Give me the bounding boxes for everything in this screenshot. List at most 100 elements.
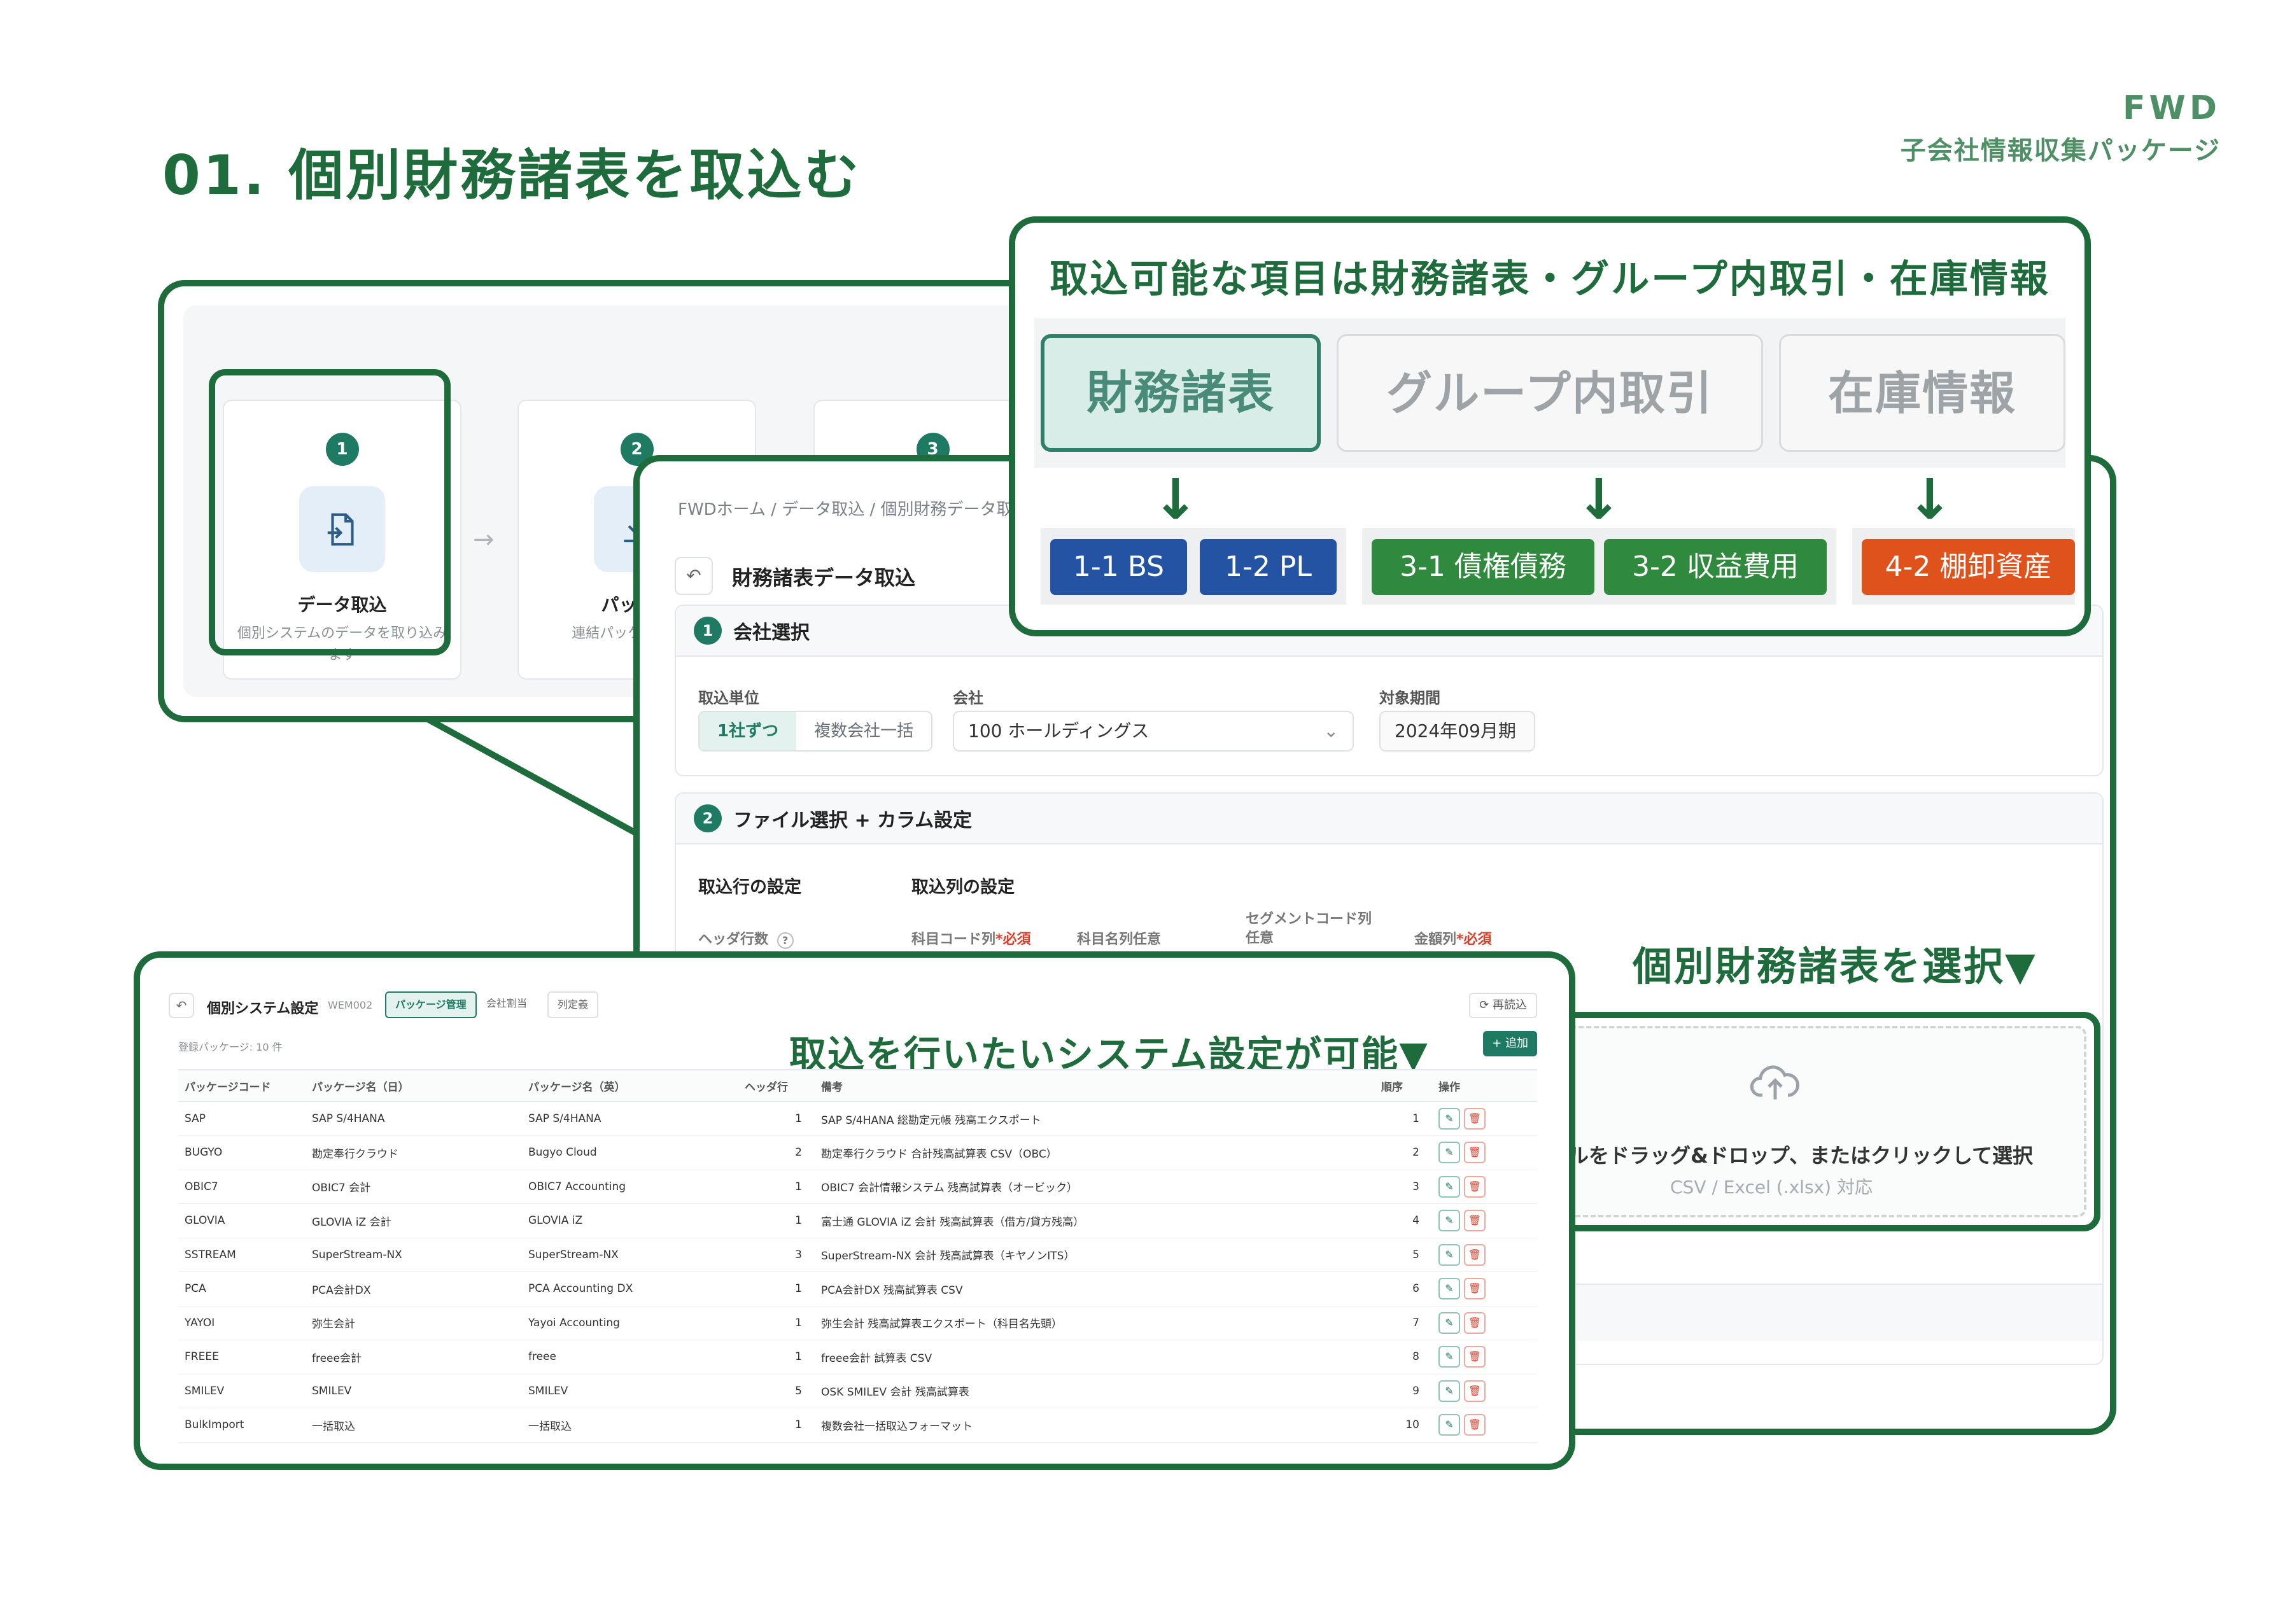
- table-cell: PCA会計DX 残高試算表 CSV: [815, 1271, 1375, 1306]
- column-header: 備考: [815, 1069, 1375, 1102]
- breadcrumb[interactable]: FWDホーム / データ取込 / 個別財務データ取: [678, 496, 1013, 520]
- table-header-row: パッケージコード パッケージ名（日） パッケージ名（英） ヘッダ行 備考 順序 …: [178, 1069, 1537, 1102]
- row-actions: ✎ 🗑: [1432, 1102, 1537, 1136]
- table-cell: GLOVIA iZ 会計: [306, 1203, 522, 1238]
- table-row[interactable]: SMILEV SMILEV SMILEV 5 OSK SMILEV 会計 残高試算表 9 ✎…: [178, 1374, 1537, 1408]
- tab-company-assignment[interactable]: 会社割当: [477, 991, 536, 1018]
- chip-pl[interactable]: 1-2 PL: [1200, 539, 1337, 595]
- delete-icon[interactable]: 🗑: [1464, 1380, 1486, 1402]
- edit-icon[interactable]: ✎: [1438, 1243, 1460, 1266]
- table-cell: SuperStream-NX: [522, 1238, 738, 1272]
- delete-icon[interactable]: 🗑: [1464, 1243, 1486, 1266]
- edit-icon[interactable]: ✎: [1438, 1108, 1460, 1130]
- edit-icon[interactable]: ✎: [1438, 1175, 1460, 1198]
- chip-inventory-assets[interactable]: 4-2 棚卸資産: [1862, 539, 2075, 595]
- company-value: 100 ホールディングス: [968, 720, 1150, 741]
- edit-icon[interactable]: ✎: [1438, 1210, 1460, 1232]
- back-button[interactable]: ↶: [675, 557, 713, 595]
- table-cell: 2: [1375, 1135, 1432, 1170]
- table-cell: GLOVIA: [178, 1203, 306, 1238]
- delete-icon[interactable]: 🗑: [1464, 1346, 1486, 1368]
- chip-receivables-payables[interactable]: 3-1 債権債務: [1372, 539, 1594, 595]
- period-field[interactable]: 2024年09月期: [1379, 711, 1535, 752]
- delete-icon[interactable]: 🗑: [1464, 1312, 1486, 1334]
- required-mark: *必須: [995, 932, 1031, 948]
- table-row[interactable]: YAYOI 弥生会計 Yayoi Accounting 1 弥生会計 残高試算表エクスポ…: [178, 1306, 1537, 1340]
- help-icon[interactable]: ?: [777, 932, 794, 949]
- row-actions: ✎ 🗑: [1432, 1408, 1537, 1443]
- unit-label: 取込単位: [698, 689, 759, 707]
- edit-icon[interactable]: ✎: [1438, 1312, 1460, 1334]
- chip-bs[interactable]: 1-1 BS: [1050, 539, 1187, 595]
- slide-title: 01. 個別財務諸表を取込む: [162, 144, 862, 207]
- arrow-down-icon: ↓: [1152, 466, 1199, 532]
- account-code-col-text: 科目コード列: [911, 932, 996, 948]
- edit-icon[interactable]: ✎: [1438, 1278, 1460, 1300]
- section-number: 2: [694, 804, 722, 832]
- delete-icon[interactable]: 🗑: [1464, 1142, 1486, 1164]
- tab-column-definition[interactable]: 列定義: [547, 991, 599, 1018]
- tab-package-management[interactable]: パッケージ管理: [385, 991, 477, 1018]
- delete-icon[interactable]: 🗑: [1464, 1278, 1486, 1300]
- row-actions: ✎ 🗑: [1432, 1170, 1537, 1204]
- table-cell: OBIC7: [178, 1170, 306, 1204]
- file-dropzone[interactable]: ルをドラッグ&ドロップ、またはクリックして選択 CSV / Excel (.xl…: [1547, 1026, 2086, 1217]
- row-actions: ✎ 🗑: [1432, 1203, 1537, 1238]
- table-cell: OBIC7 会計: [306, 1170, 522, 1204]
- section-number: 1: [694, 617, 722, 645]
- edit-icon[interactable]: ✎: [1438, 1346, 1460, 1368]
- company-select[interactable]: 100 ホールディングス ⌄: [953, 711, 1354, 752]
- edit-icon[interactable]: ✎: [1438, 1414, 1460, 1436]
- arrow-right-icon: →: [473, 525, 495, 554]
- table-row[interactable]: OBIC7 OBIC7 会計 OBIC7 Accounting 1 OBIC7 会計情報…: [178, 1170, 1537, 1204]
- table-cell: PCA会計DX: [306, 1271, 522, 1306]
- tab-inventory[interactable]: 在庫情報: [1779, 334, 2065, 452]
- unit-option-multi[interactable]: 複数会社一括: [796, 712, 931, 750]
- table-row[interactable]: BUGYO 勘定奉行クラウド Bugyo Cloud 2 勘定奉行クラウド 合計残高試算…: [178, 1135, 1537, 1170]
- table-row[interactable]: SAP SAP S/4HANA SAP S/4HANA 1 SAP S/4HANA 総勘…: [178, 1102, 1537, 1136]
- table-cell: YAYOI: [178, 1306, 306, 1340]
- brand-name: FWD: [2122, 89, 2221, 127]
- back-button[interactable]: ↶: [169, 993, 194, 1018]
- arrow-down-icon: ↓: [1906, 466, 1953, 532]
- table-row[interactable]: BulkImport 一括取込 一括取込 1 複数会社一括取込フォーマット 10 ✎ 🗑: [178, 1408, 1537, 1443]
- row-actions: ✎ 🗑: [1432, 1238, 1537, 1272]
- table-row[interactable]: SSTREAM SuperStream-NX SuperStream-NX 3 Supe…: [178, 1238, 1537, 1272]
- table-cell: 1: [738, 1408, 815, 1443]
- row-actions: ✎ 🗑: [1432, 1306, 1537, 1340]
- reload-button[interactable]: ⟳ 再読込: [1469, 993, 1537, 1018]
- table-cell: OSK SMILEV 会計 残高試算表: [815, 1374, 1375, 1408]
- system-settings-panel: ↶ 個別システム設定 WEM002 パッケージ管理 会社割当 列定義 ⟳ 再読込…: [134, 951, 1575, 1470]
- column-header: パッケージコード: [178, 1069, 306, 1102]
- table-row[interactable]: PCA PCA会計DX PCA Accounting DX 1 PCA会計DX 残高試算…: [178, 1271, 1537, 1306]
- table-cell: 弥生会計 残高試算表エクスポート（科目名先頭）: [815, 1306, 1375, 1340]
- delete-icon[interactable]: 🗑: [1464, 1108, 1486, 1130]
- delete-icon[interactable]: 🗑: [1464, 1175, 1486, 1198]
- unit-option-single[interactable]: 1社ずつ: [700, 712, 797, 750]
- segment-code-optional: 任意: [1246, 930, 1274, 946]
- table-cell: BulkImport: [178, 1408, 306, 1443]
- edit-icon[interactable]: ✎: [1438, 1380, 1460, 1402]
- package-table: パッケージコード パッケージ名（日） パッケージ名（英） ヘッダ行 備考 順序 …: [178, 1069, 1537, 1443]
- period-label: 対象期間: [1379, 689, 1440, 707]
- row-actions: ✎ 🗑: [1432, 1271, 1537, 1306]
- column-header: ヘッダ行: [738, 1069, 815, 1102]
- table-cell: 1: [738, 1340, 815, 1375]
- add-button[interactable]: + 追加: [1483, 1031, 1537, 1056]
- chip-revenue-expense[interactable]: 3-2 収益費用: [1604, 539, 1827, 595]
- delete-icon[interactable]: 🗑: [1464, 1414, 1486, 1436]
- company-label: 会社: [953, 689, 983, 707]
- delete-icon[interactable]: 🗑: [1464, 1210, 1486, 1232]
- table-row[interactable]: GLOVIA GLOVIA iZ 会計 GLOVIA iZ 1 富士通 GLOVIA i…: [178, 1203, 1537, 1238]
- tab-intragroup-transactions[interactable]: グループ内取引: [1337, 334, 1763, 452]
- edit-icon[interactable]: ✎: [1438, 1142, 1460, 1164]
- table-row[interactable]: FREEE freee会計 freee 1 freee会計 試算表 CSV 8 ✎ 🗑: [178, 1340, 1537, 1375]
- table-cell: 4: [1375, 1203, 1432, 1238]
- unit-toggle[interactable]: 1社ずつ 複数会社一括: [698, 711, 933, 752]
- table-cell: 7: [1375, 1306, 1432, 1340]
- table-cell: SMILEV: [178, 1374, 306, 1408]
- tab-financial-statements[interactable]: 財務諸表: [1041, 334, 1321, 452]
- table-cell: 5: [1375, 1238, 1432, 1272]
- table-cell: 3: [1375, 1170, 1432, 1204]
- row-actions: ✎ 🗑: [1432, 1135, 1537, 1170]
